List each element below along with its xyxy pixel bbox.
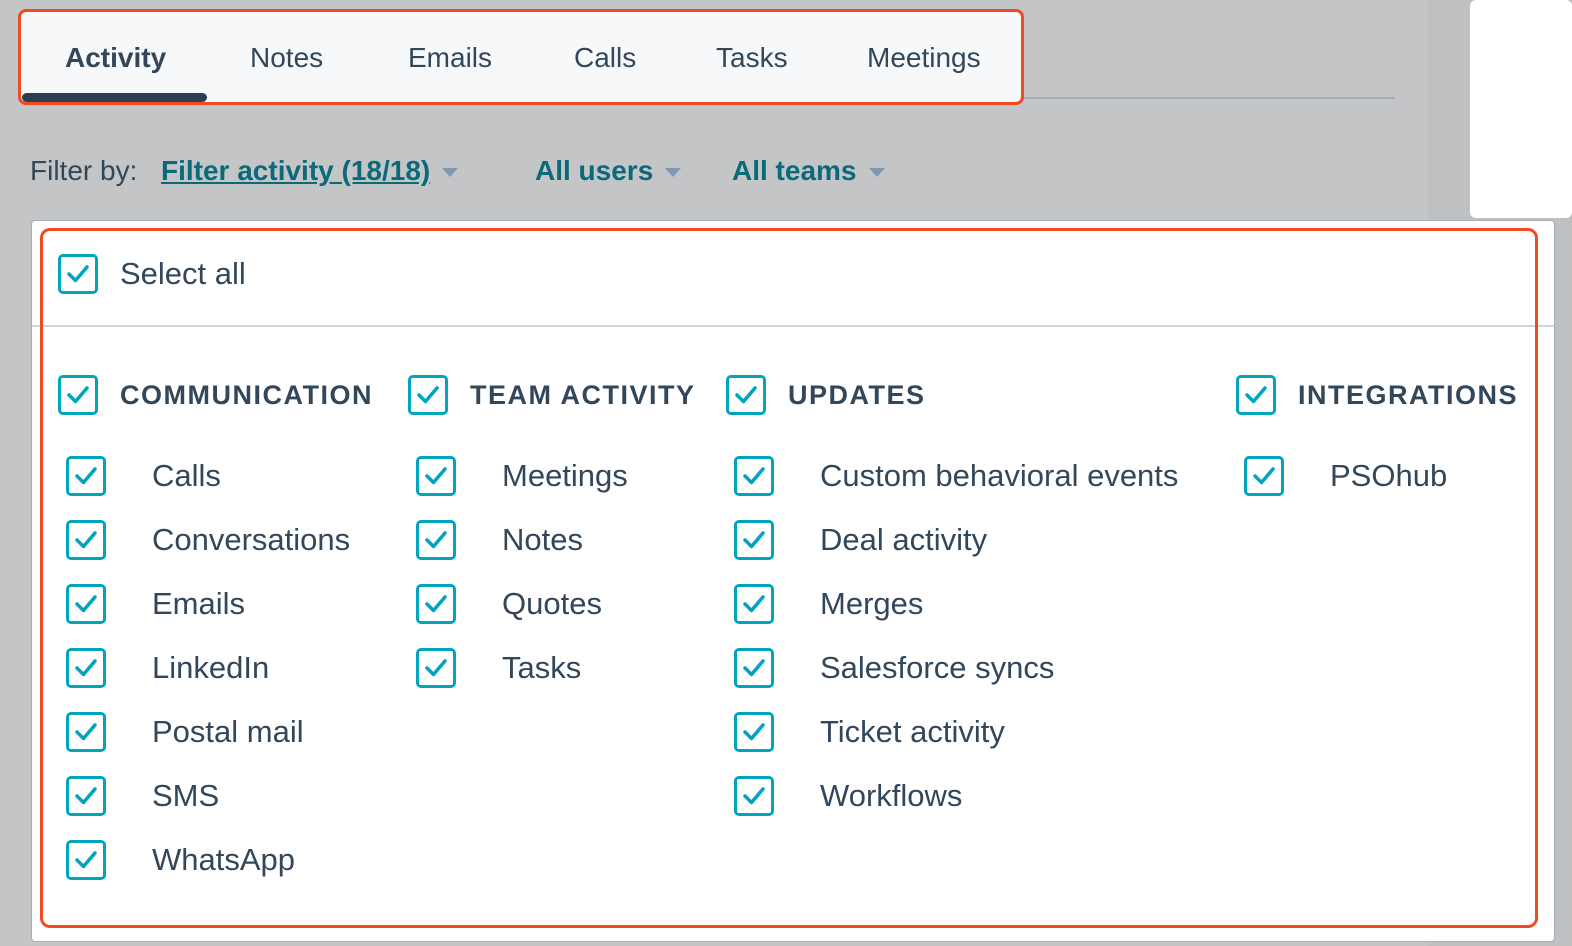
caret-down-icon (868, 168, 885, 178)
all-users-dropdown[interactable]: All users (535, 155, 682, 187)
filter-label: Filter by: (30, 155, 138, 186)
caret-down-icon (665, 168, 682, 178)
tab-activity[interactable]: Activity (65, 42, 166, 74)
caret-down-icon (442, 168, 459, 178)
tab-calls[interactable]: Calls (574, 42, 636, 74)
active-tab-indicator (22, 93, 207, 102)
tab-tasks[interactable]: Tasks (716, 42, 788, 74)
sidebar-card (1470, 0, 1572, 218)
tab-notes[interactable]: Notes (250, 42, 323, 74)
all-teams-dropdown[interactable]: All teams (732, 155, 885, 187)
all-teams-label: All teams (732, 155, 857, 186)
tab-meetings[interactable]: Meetings (867, 42, 981, 74)
all-users-label: All users (535, 155, 654, 186)
tab-emails[interactable]: Emails (408, 42, 492, 74)
highlight-outline (40, 228, 1538, 928)
tab-bar: Activity Notes Emails Calls Tasks Meetings (18, 9, 1024, 105)
filter-activity-label: Filter activity (18/18) (161, 155, 431, 186)
filter-activity-dropdown[interactable]: Filter activity (18/18) (161, 155, 459, 187)
